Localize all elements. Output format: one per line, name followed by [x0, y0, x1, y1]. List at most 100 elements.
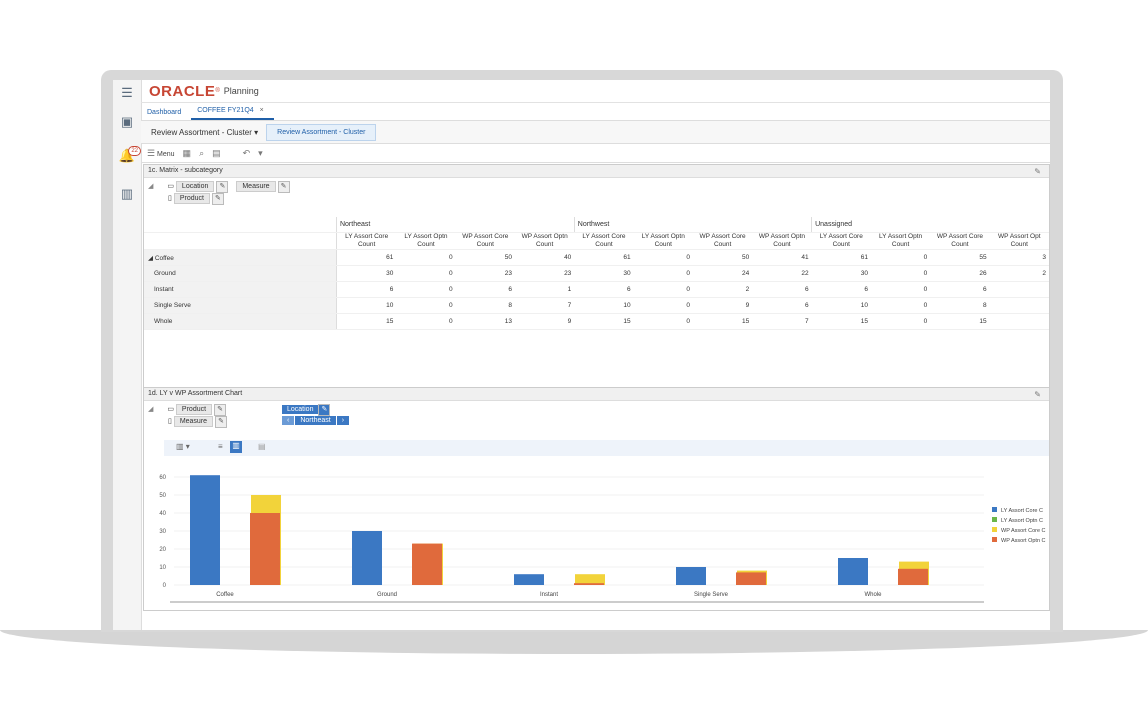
- cell[interactable]: 9: [514, 313, 575, 330]
- cell[interactable]: 6: [752, 281, 812, 298]
- vertical-bar-icon[interactable]: ▥: [230, 441, 242, 453]
- cell[interactable]: 0: [396, 281, 456, 298]
- cell[interactable]: 0: [633, 313, 693, 330]
- tab-coffee-fy21q4[interactable]: COFFEE FY21Q4 ×: [191, 107, 274, 120]
- edit-icon[interactable]: ✎: [1034, 389, 1041, 401]
- edit-icon[interactable]: ✎: [215, 416, 228, 428]
- row-header[interactable]: Whole: [144, 313, 337, 330]
- row-header[interactable]: Ground: [144, 265, 337, 282]
- cell[interactable]: 50: [455, 249, 515, 266]
- cell[interactable]: 7: [514, 297, 575, 314]
- view-selector[interactable]: Review Assortment - Cluster ▾: [151, 128, 258, 137]
- measure-chip[interactable]: Measure: [173, 416, 214, 427]
- col-header[interactable]: WP Assort Core Count: [692, 232, 753, 250]
- edit-icon[interactable]: ✎: [216, 181, 229, 193]
- col-header[interactable]: LY Assort Optn Count: [870, 232, 931, 250]
- cell[interactable]: 0: [396, 249, 456, 266]
- measure-chip[interactable]: Measure: [236, 181, 276, 192]
- cell[interactable]: 30: [811, 265, 871, 282]
- cell[interactable]: 6: [574, 281, 634, 298]
- cell[interactable]: 40: [514, 249, 575, 266]
- cell[interactable]: 50: [692, 249, 753, 266]
- cell[interactable]: 6: [811, 281, 871, 298]
- edit-icon[interactable]: ✎: [1034, 166, 1041, 178]
- next-icon[interactable]: ›: [336, 416, 350, 425]
- cell[interactable]: 8: [455, 297, 515, 314]
- cell[interactable]: 0: [633, 265, 693, 282]
- tab-dashboard[interactable]: Dashboard: [141, 109, 191, 120]
- close-icon[interactable]: ×: [260, 107, 264, 114]
- product-chip[interactable]: Product: [173, 193, 210, 204]
- edit-icon[interactable]: ✎: [277, 181, 290, 193]
- row-header[interactable]: ◢ Coffee: [144, 249, 337, 266]
- cell[interactable]: 26: [930, 265, 990, 282]
- row-header[interactable]: Instant: [144, 281, 337, 298]
- col-header[interactable]: LY Assort Core Count: [574, 232, 634, 250]
- cell[interactable]: 0: [633, 297, 693, 314]
- cell[interactable]: 0: [870, 313, 931, 330]
- cell[interactable]: 22: [752, 265, 812, 282]
- cell[interactable]: [989, 281, 1049, 298]
- cell[interactable]: 2: [989, 265, 1049, 282]
- menu-button[interactable]: ☰ Menu: [147, 148, 175, 159]
- cell[interactable]: 6: [752, 297, 812, 314]
- prev-icon[interactable]: ‹: [282, 416, 295, 425]
- cell[interactable]: 0: [870, 281, 931, 298]
- col-header[interactable]: WP Assort Opt Count: [989, 232, 1049, 250]
- edit-icon[interactable]: ✎: [318, 404, 331, 416]
- edit-icon[interactable]: ✎: [211, 193, 224, 205]
- cell[interactable]: 0: [396, 313, 456, 330]
- col-header[interactable]: LY Assort Core Count: [336, 232, 397, 250]
- cell[interactable]: 23: [514, 265, 575, 282]
- cell[interactable]: 61: [811, 249, 871, 266]
- cell[interactable]: 23: [455, 265, 515, 282]
- location-value[interactable]: Northeast: [295, 416, 336, 425]
- col-header[interactable]: LY Assort Optn Count: [396, 232, 456, 250]
- cell[interactable]: 0: [870, 297, 931, 314]
- chevron-down-icon[interactable]: ▾: [258, 148, 263, 159]
- cell[interactable]: 1: [514, 281, 575, 298]
- row-header[interactable]: Single Serve: [144, 297, 337, 314]
- cell[interactable]: 3: [989, 249, 1049, 266]
- cell[interactable]: 10: [336, 297, 397, 314]
- cell[interactable]: 30: [574, 265, 634, 282]
- cell[interactable]: 15: [574, 313, 634, 330]
- location-chip[interactable]: Location: [282, 405, 319, 414]
- cell[interactable]: 0: [633, 249, 693, 266]
- cell[interactable]: 15: [336, 313, 397, 330]
- col-header[interactable]: LY Assort Core Count: [811, 232, 871, 250]
- layout-icon[interactable]: ▦: [183, 148, 192, 159]
- cell[interactable]: 0: [870, 249, 931, 266]
- cell[interactable]: 9: [692, 297, 753, 314]
- col-header[interactable]: LY Assort Optn Count: [633, 232, 693, 250]
- cell[interactable]: 2: [692, 281, 753, 298]
- calendar-icon[interactable]: ▤: [212, 148, 221, 159]
- menu-toggle-icon[interactable]: ☰: [117, 83, 137, 103]
- col-header[interactable]: WP Assort Core Count: [930, 232, 990, 250]
- cell[interactable]: 0: [870, 265, 931, 282]
- cell[interactable]: 13: [455, 313, 515, 330]
- cell[interactable]: 10: [574, 297, 634, 314]
- cell[interactable]: [989, 297, 1049, 314]
- cell[interactable]: 0: [396, 265, 456, 282]
- cell[interactable]: 41: [752, 249, 812, 266]
- tasks-icon[interactable]: ▣: [117, 112, 137, 132]
- cell[interactable]: 0: [396, 297, 456, 314]
- cell[interactable]: 0: [633, 281, 693, 298]
- notifications-icon[interactable]: 🔔 22: [117, 146, 141, 166]
- collapse-icon[interactable]: ◢: [148, 406, 153, 413]
- cell[interactable]: 55: [930, 249, 990, 266]
- stacked-bar-icon[interactable]: ▤: [258, 442, 266, 451]
- product-chip[interactable]: Product: [175, 404, 213, 415]
- cell[interactable]: 10: [811, 297, 871, 314]
- col-header[interactable]: WP Assort Core Count: [455, 232, 515, 250]
- cell[interactable]: 61: [574, 249, 634, 266]
- location-chip[interactable]: Location: [175, 181, 215, 192]
- search-icon[interactable]: ⌕: [199, 148, 204, 159]
- col-header[interactable]: WP Assort Optn Count: [752, 232, 812, 250]
- edit-icon[interactable]: ✎: [214, 404, 227, 416]
- chart-type-icon[interactable]: ▥ ▾: [176, 442, 190, 451]
- cell[interactable]: [989, 313, 1049, 330]
- cell[interactable]: 15: [811, 313, 871, 330]
- reports-icon[interactable]: ▥: [117, 184, 137, 204]
